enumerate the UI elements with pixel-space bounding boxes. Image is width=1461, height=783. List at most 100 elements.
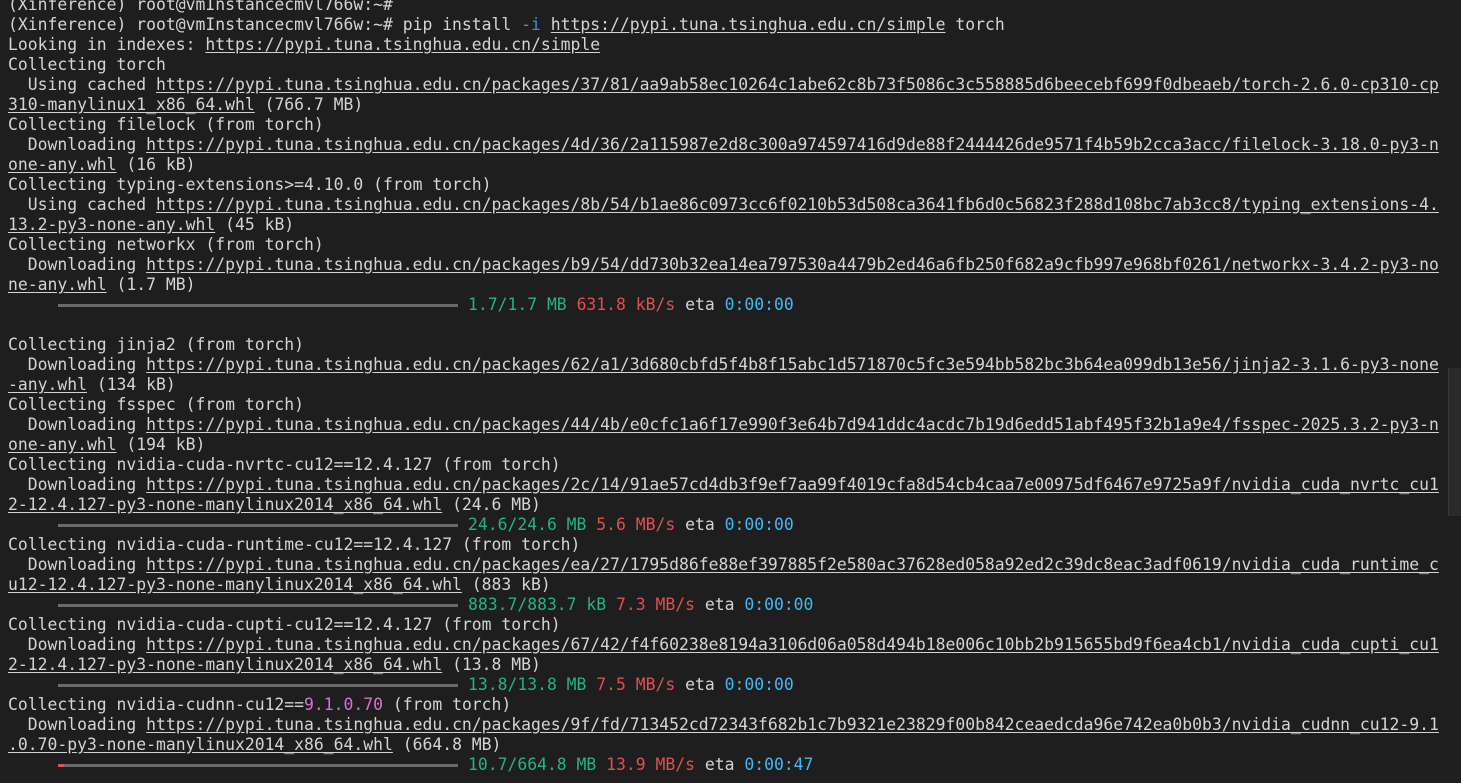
progress-bar <box>58 524 458 527</box>
terminal-text: Using cached <box>8 75 157 94</box>
terminal-line: Collecting nvidia-cudnn-cu12==9.1.0.70 (… <box>8 695 1461 715</box>
url-link[interactable]: 2-12.4.127-py3-none-manylinux2014_x86_64… <box>8 655 442 674</box>
terminal-line: Downloading https://pypi.tuna.tsinghua.e… <box>8 135 1461 155</box>
url-link[interactable]: https://pypi.tuna.tsinghua.edu.cn/packag… <box>146 255 1439 274</box>
url-link[interactable]: https://pypi.tuna.tsinghua.edu.cn/packag… <box>146 635 1439 654</box>
terminal-line: Downloading https://pypi.tuna.tsinghua.e… <box>8 635 1461 655</box>
terminal-text: Collecting jinja2 (from torch) <box>8 335 305 354</box>
terminal-text: Collecting nvidia-cuda-nvrtc-cu12==12.4.… <box>8 455 561 474</box>
terminal-text: Looking in indexes: <box>8 35 206 54</box>
terminal-line: u12-12.4.127-py3-none-manylinux2014_x86_… <box>8 575 1461 595</box>
terminal-line: 2-12.4.127-py3-none-manylinux2014_x86_64… <box>8 655 1461 675</box>
terminal-line: Collecting nvidia-cuda-runtime-cu12==12.… <box>8 535 1461 555</box>
terminal-line: ne-any.whl (1.7 MB) <box>8 275 1461 295</box>
terminal-text: Collecting filelock (from torch) <box>8 115 324 134</box>
eta-value: 0:00:00 <box>724 675 794 694</box>
url-link[interactable]: one-any.whl <box>8 155 117 174</box>
progress-bar <box>58 684 458 687</box>
terminal-text: (13.8 MB) <box>442 655 541 674</box>
eta-label: eta <box>685 675 715 694</box>
url-link[interactable]: ne-any.whl <box>8 275 107 294</box>
url-link[interactable]: https://pypi.tuna.tsinghua.edu.cn/packag… <box>146 355 1439 374</box>
terminal-text: Downloading <box>8 635 147 654</box>
url-link[interactable]: https://pypi.tuna.tsinghua.edu.cn/simple <box>551 15 946 34</box>
progress-line: 24.6/24.6 MB 5.6 MB/s eta 0:00:00 <box>8 515 1461 535</box>
url-link[interactable]: https://pypi.tuna.tsinghua.edu.cn/packag… <box>146 715 1439 734</box>
terminal-line: one-any.whl (194 kB) <box>8 435 1461 455</box>
terminal-text: Downloading <box>8 415 147 434</box>
url-link[interactable]: u12-12.4.127-py3-none-manylinux2014_x86_… <box>8 575 462 594</box>
terminal-text: Collecting nvidia-cuda-runtime-cu12==12.… <box>8 535 581 554</box>
url-link[interactable]: 310-manylinux1_x86_64.whl <box>8 95 255 114</box>
terminal-text: Collecting nvidia-cuda-cupti-cu12==12.4.… <box>8 615 561 634</box>
terminal-line: Downloading https://pypi.tuna.tsinghua.e… <box>8 715 1461 735</box>
url-link[interactable]: 2-12.4.127-py3-none-manylinux2014_x86_64… <box>8 495 442 514</box>
terminal-text: torch <box>945 15 1005 34</box>
terminal-line: one-any.whl (16 kB) <box>8 155 1461 175</box>
terminal-text: Downloading <box>8 475 147 494</box>
url-link[interactable]: .0.70-py3-none-manylinux2014_x86_64.whl <box>8 735 393 754</box>
terminal-line: Collecting fsspec (from torch) <box>8 395 1461 415</box>
download-speed: 631.8 kB/s <box>576 295 676 314</box>
url-link[interactable]: https://pypi.tuna.tsinghua.edu.cn/packag… <box>156 195 1439 214</box>
terminal-text: Collecting nvidia-cudnn-cu12== <box>8 695 305 714</box>
progress-bar-fill <box>58 764 65 767</box>
eta-value: 0:00:00 <box>744 595 814 614</box>
progress-bar <box>58 764 458 767</box>
terminal-text: Collecting typing-extensions>=4.10.0 (fr… <box>8 175 492 194</box>
terminal-line: Collecting nvidia-cuda-nvrtc-cu12==12.4.… <box>8 455 1461 475</box>
terminal-line: Collecting networkx (from torch) <box>8 235 1461 255</box>
terminal-line: Downloading https://pypi.tuna.tsinghua.e… <box>8 255 1461 275</box>
terminal-text: (134 kB) <box>86 375 176 394</box>
terminal-text: (Xinference) root@vmInstancecmvl766w:~# <box>8 0 393 14</box>
url-link[interactable]: https://pypi.tuna.tsinghua.edu.cn/packag… <box>146 135 1439 154</box>
side-panel-edge <box>1448 368 1461 516</box>
terminal-line: .0.70-py3-none-manylinux2014_x86_64.whl … <box>8 735 1461 755</box>
progress-line: 13.8/13.8 MB 7.5 MB/s eta 0:00:00 <box>8 675 1461 695</box>
download-size: 10.7/664.8 MB <box>468 755 597 774</box>
terminal-line: 2-12.4.127-py3-none-manylinux2014_x86_64… <box>8 495 1461 515</box>
url-link[interactable]: 13.2-py3-none-any.whl <box>8 215 215 234</box>
terminal-line: 13.2-py3-none-any.whl (45 kB) <box>8 215 1461 235</box>
progress-bar <box>58 304 458 307</box>
terminal-line: Collecting typing-extensions>=4.10.0 (fr… <box>8 175 1461 195</box>
progress-line: 1.7/1.7 MB 631.8 kB/s eta 0:00:00 <box>8 295 1461 315</box>
terminal-line: Collecting torch <box>8 55 1461 75</box>
terminal-text: (1.7 MB) <box>106 275 196 294</box>
eta-label: eta <box>704 755 735 774</box>
terminal-line: Downloading https://pypi.tuna.tsinghua.e… <box>8 355 1461 375</box>
terminal-output[interactable]: (Xinference) root@vmInstancecmvl766w:~# (… <box>0 0 1461 778</box>
url-link[interactable]: https://pypi.tuna.tsinghua.edu.cn/packag… <box>146 555 1439 574</box>
download-speed: 13.9 MB/s <box>606 755 695 774</box>
terminal-text: Collecting networkx (from torch) <box>8 235 324 254</box>
terminal-text: -i <box>521 15 541 34</box>
terminal-text: (16 kB) <box>116 155 196 174</box>
url-link[interactable]: https://pypi.tuna.tsinghua.edu.cn/packag… <box>156 75 1439 94</box>
eta-label: eta <box>685 295 715 314</box>
download-size: 1.7/1.7 MB <box>468 295 567 314</box>
terminal-text: Using cached <box>8 195 157 214</box>
terminal-line: (Xinference) root@vmInstancecmvl766w:~# <box>8 0 1461 15</box>
url-link[interactable]: https://pypi.tuna.tsinghua.edu.cn/packag… <box>146 475 1439 494</box>
eta-value: 0:00:00 <box>724 515 794 534</box>
terminal-line: Downloading https://pypi.tuna.tsinghua.e… <box>8 415 1461 435</box>
terminal-line: Collecting nvidia-cuda-cupti-cu12==12.4.… <box>8 615 1461 635</box>
terminal-line: Collecting jinja2 (from torch) <box>8 335 1461 355</box>
terminal-line: Using cached https://pypi.tuna.tsinghua.… <box>8 195 1461 215</box>
url-link[interactable]: https://pypi.tuna.tsinghua.edu.cn/simple <box>205 35 600 54</box>
terminal-text: (883 kB) <box>461 575 551 594</box>
eta-value: 0:00:00 <box>724 295 794 314</box>
download-size: 13.8/13.8 MB <box>468 675 587 694</box>
download-size: 883.7/883.7 kB <box>468 595 607 614</box>
url-link[interactable]: https://pypi.tuna.tsinghua.edu.cn/packag… <box>146 415 1439 434</box>
url-link[interactable]: one-any.whl <box>8 435 117 454</box>
terminal-text: Downloading <box>8 255 147 274</box>
progress-line: 10.7/664.8 MB 13.9 MB/s eta 0:00:47 <box>8 755 1461 775</box>
progress-bar <box>58 604 458 607</box>
terminal-text: 9.1.0.70 <box>304 695 383 714</box>
terminal-text: (194 kB) <box>116 435 206 454</box>
url-link[interactable]: -any.whl <box>8 375 87 394</box>
download-size: 24.6/24.6 MB <box>468 515 587 534</box>
terminal-text: (664.8 MB) <box>392 735 502 754</box>
